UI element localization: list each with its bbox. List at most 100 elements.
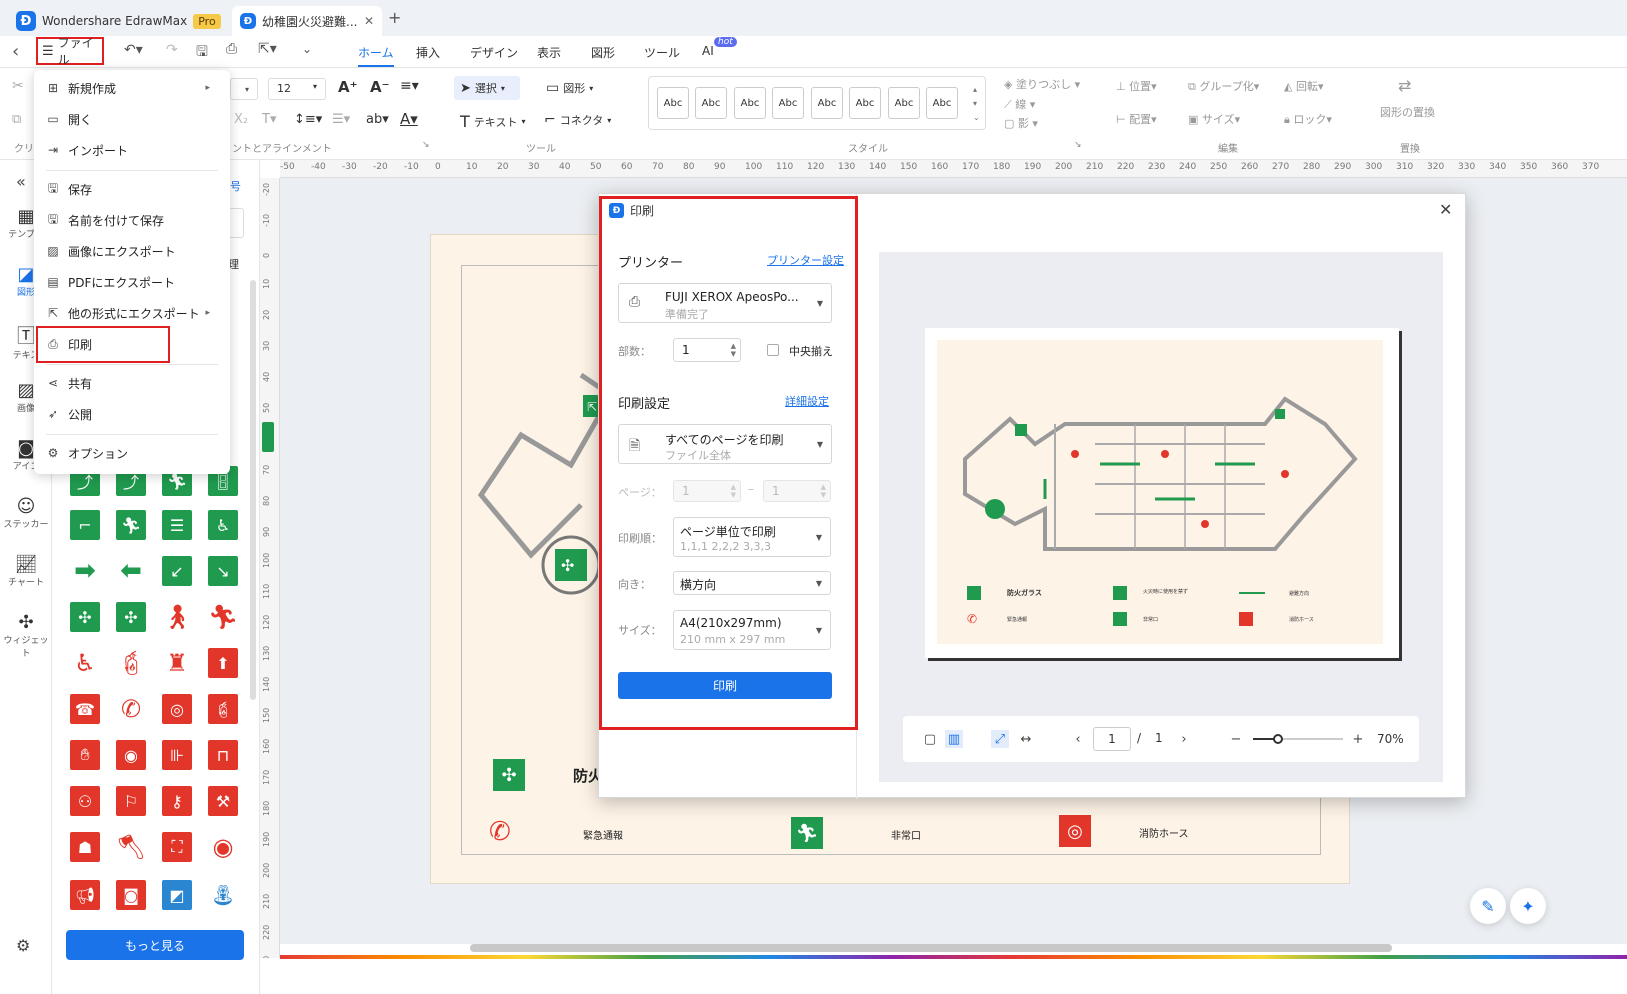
tab-ai[interactable]: AI bbox=[702, 44, 714, 58]
save-icon[interactable]: 🖫 bbox=[196, 41, 208, 65]
details-link[interactable]: 詳細設定 bbox=[785, 393, 829, 409]
menu-item-share[interactable]: ⋖ 共有 bbox=[46, 370, 222, 396]
size-button[interactable]: ▣ サイズ▾ bbox=[1188, 111, 1240, 127]
copy-icon[interactable]: ⧉ bbox=[12, 112, 21, 127]
close-dialog-icon[interactable]: ✕ bbox=[1439, 200, 1452, 219]
symbol-fire-wheelchair-icon[interactable]: ♿︎ bbox=[70, 648, 100, 678]
undo-icon[interactable]: ↶▾ bbox=[124, 42, 143, 58]
legend-fireproof-glass-icon[interactable]: ✣ bbox=[493, 759, 525, 791]
symbol-person-icon[interactable]: 🚶︎ bbox=[162, 602, 192, 632]
symbol-fire-alarm-icon[interactable]: ✋︎ bbox=[70, 740, 100, 770]
arrow-down-right-icon[interactable]: ↘ bbox=[208, 556, 238, 586]
printer-select[interactable]: ⎙ FUJI XEROX ApeosPo... 準備完了 ▼ bbox=[618, 283, 832, 323]
tab-home[interactable]: ホーム bbox=[358, 44, 394, 67]
zoom-slider-handle[interactable] bbox=[1273, 734, 1283, 744]
search-field[interactable] bbox=[228, 208, 244, 238]
symbol-fire-equipment-icon[interactable]: ⚇ bbox=[70, 786, 100, 816]
symbol-fire-tools-icon[interactable]: ⚒ bbox=[208, 786, 238, 816]
symbol-valve-icon[interactable]: ⊪ bbox=[162, 740, 192, 770]
symbol-accessible-icon[interactable]: ♿︎ bbox=[208, 510, 238, 540]
symbol-fire-blanket-icon[interactable]: ☗ bbox=[70, 832, 100, 862]
next-page-icon[interactable]: › bbox=[1175, 730, 1193, 748]
ai-assist-icon[interactable]: ✎ bbox=[1470, 888, 1506, 924]
cut-icon[interactable]: ✂ bbox=[12, 78, 24, 94]
symbol-fire-pump-icon[interactable]: ⛶ bbox=[162, 832, 192, 862]
horizontal-scrollbar[interactable] bbox=[470, 944, 1392, 952]
rail-item-widget[interactable]: ✣ ウィジェット bbox=[0, 612, 52, 659]
symbol-hose-reel-icon[interactable]: ◎ bbox=[162, 694, 192, 724]
rail-item-sticker[interactable]: ☺ ステッカー bbox=[0, 496, 52, 530]
print-icon[interactable]: ⎙ bbox=[226, 41, 237, 57]
symbol-alarm-bell-icon[interactable]: ◉ bbox=[208, 832, 238, 862]
decrease-font-icon[interactable]: A⁻ bbox=[370, 78, 390, 96]
orientation-select[interactable]: 横方向 ▼ bbox=[673, 571, 831, 595]
symbol-stairs-person-icon[interactable]: 🏃︎ bbox=[116, 510, 146, 540]
center-checkbox[interactable] bbox=[767, 344, 779, 356]
arrow-down-left-icon[interactable]: ↙ bbox=[162, 556, 192, 586]
paper-size-select[interactable]: A4(210x297mm) 210 mm x 297 mm ▼ bbox=[673, 610, 831, 650]
previous-page-icon[interactable]: ‹ bbox=[1069, 730, 1087, 748]
export-icon[interactable]: ⇱▾ bbox=[258, 41, 277, 57]
document-tab[interactable]: Ð 幼稚園火災避難... ✕ bbox=[232, 6, 382, 36]
symbol-fire-point-icon[interactable]: ⬆ bbox=[208, 648, 238, 678]
line-spacing-icon[interactable]: ↕≡▾ bbox=[294, 112, 322, 127]
align-icon[interactable]: ≡▾ bbox=[400, 78, 419, 94]
menu-item-print[interactable]: ⎙ 印刷 bbox=[46, 331, 222, 357]
stepper-arrows-icon[interactable]: ▲ ▼ bbox=[731, 342, 736, 358]
printer-settings-link[interactable]: プリンター設定 bbox=[767, 252, 844, 268]
shadow-button[interactable]: ▢ 影 ▾ bbox=[1004, 115, 1038, 131]
style-preset[interactable]: Abc bbox=[772, 87, 804, 119]
arrow-left-icon[interactable]: ⬅ bbox=[116, 556, 146, 586]
style-preset[interactable]: Abc bbox=[888, 87, 920, 119]
lock-button[interactable]: 🔒︎ ロック▾ bbox=[1284, 111, 1332, 127]
shape-tool-button[interactable]: ▭ 図形 ▾ bbox=[546, 80, 593, 96]
subscript-icon[interactable]: X₂ bbox=[234, 112, 248, 127]
symbol-fire-button-icon[interactable]: ◙ bbox=[116, 880, 146, 910]
back-icon[interactable]: ‹ bbox=[12, 41, 19, 62]
symbol-assembly-area-icon[interactable]: ✣ bbox=[116, 602, 146, 632]
symbol-hose-icon[interactable]: ◉ bbox=[116, 740, 146, 770]
style-preset[interactable]: Abc bbox=[926, 87, 958, 119]
select-tool-button[interactable]: ➤ 選択 ▾ bbox=[454, 76, 520, 100]
more-button[interactable]: もっと見る bbox=[66, 930, 244, 960]
symbol-stairs-icon[interactable]: ⌐ bbox=[70, 510, 100, 540]
symbol-ladder-icon[interactable]: ☰ bbox=[162, 510, 192, 540]
menu-item-options[interactable]: ⚙ オプション bbox=[46, 440, 222, 466]
page-range-select[interactable]: 🗎 すべてのページを印刷 ファイル全体 ▼ bbox=[618, 424, 832, 464]
menu-item-save-as[interactable]: 🖫 名前を付けて保存 bbox=[46, 207, 222, 233]
page-from-input[interactable]: 1 ▲ ▼ bbox=[673, 480, 741, 502]
tab-shapes[interactable]: 図形 bbox=[591, 44, 615, 61]
symbol-assembly-point-icon[interactable]: ✣ bbox=[70, 602, 100, 632]
zoom-slider[interactable] bbox=[1253, 734, 1343, 744]
symbol-extinguisher-icon[interactable]: 🧯︎ bbox=[116, 648, 146, 678]
text-style-icon[interactable]: ab▾ bbox=[366, 112, 389, 127]
font-family-select[interactable]: ▾ bbox=[230, 78, 258, 100]
tab-view[interactable]: 表示 bbox=[537, 44, 561, 61]
legend-hose-icon[interactable]: ◎ bbox=[1059, 815, 1091, 847]
symbol-hydrant-icon[interactable]: ♜ bbox=[162, 648, 192, 678]
style-preset[interactable]: Abc bbox=[734, 87, 766, 119]
font-color-icon[interactable]: A▾ bbox=[400, 110, 418, 128]
style-preset[interactable]: Abc bbox=[849, 87, 881, 119]
legend-phone-icon[interactable]: ✆ bbox=[489, 817, 511, 847]
style-dialog-launcher-icon[interactable]: ↘ bbox=[1074, 140, 1082, 150]
replace-shape-icon[interactable]: ⇄ bbox=[1398, 76, 1411, 95]
panel-scrollbar[interactable] bbox=[250, 280, 256, 700]
symbol-telephone-icon[interactable]: ✆ bbox=[116, 694, 146, 724]
rotate-button[interactable]: ◭ 回転▾ bbox=[1284, 78, 1324, 94]
page-to-input[interactable]: 1 ▲ ▼ bbox=[763, 480, 831, 502]
tab-insert[interactable]: 挿入 bbox=[416, 44, 440, 61]
symbol-tile[interactable] bbox=[262, 422, 274, 452]
symbol-fire-ladder-icon[interactable]: ⚐ bbox=[116, 786, 146, 816]
settings-gear-icon[interactable]: ⚙ bbox=[16, 936, 30, 955]
increase-font-icon[interactable]: A⁺ bbox=[338, 78, 358, 96]
new-tab-button[interactable]: + bbox=[388, 8, 401, 27]
color-palette-strip[interactable] bbox=[280, 955, 1627, 959]
single-page-view-icon[interactable]: ▢ bbox=[921, 730, 939, 748]
symbol-fire-phone-icon[interactable]: ☎ bbox=[70, 694, 100, 724]
zoom-in-icon[interactable]: + bbox=[1349, 730, 1367, 748]
style-preset[interactable]: Abc bbox=[695, 87, 727, 119]
text-tool-button[interactable]: T テキスト ▾ bbox=[460, 112, 525, 131]
menu-item-new[interactable]: ⊞ 新規作成 ▸ bbox=[46, 75, 222, 101]
fit-width-icon[interactable]: ↔ bbox=[1017, 730, 1035, 748]
